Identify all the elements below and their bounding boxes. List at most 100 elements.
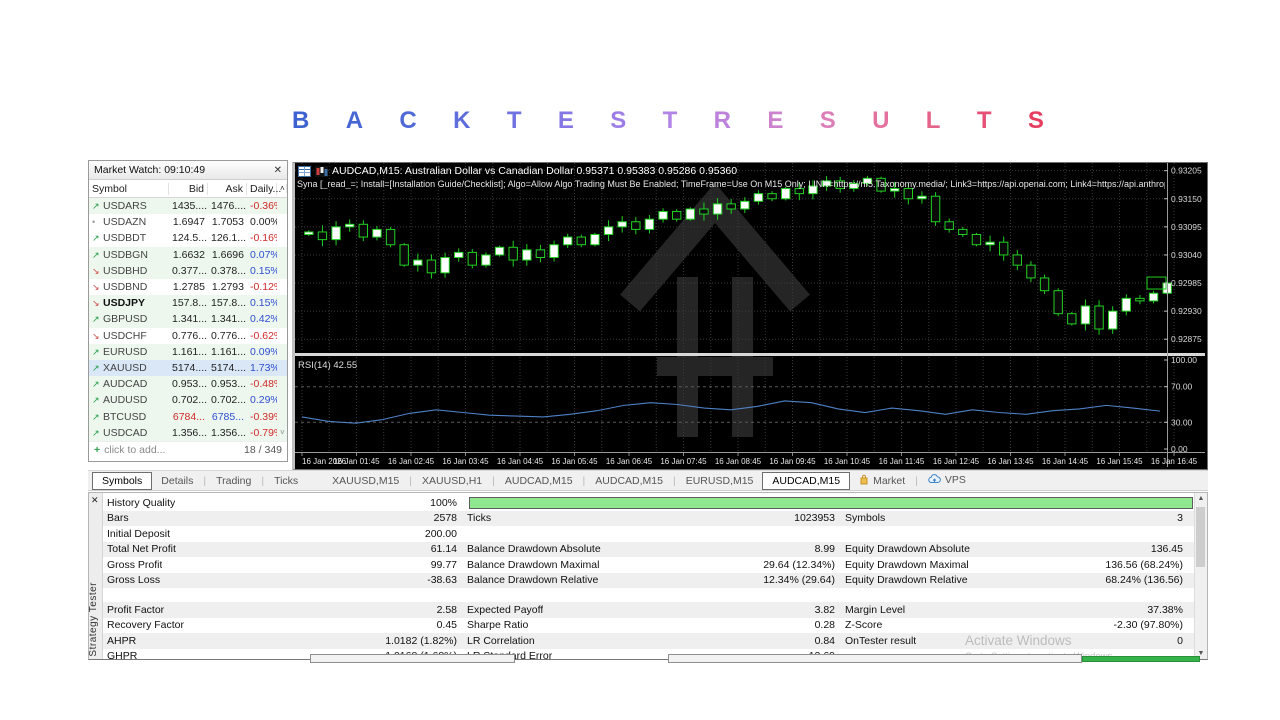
column-header-ask[interactable]: Ask [208, 182, 247, 195]
metric-label: Total Net Profit [107, 543, 176, 556]
market-watch-row-eurusd[interactable]: ↗ EURUSD 1.161... 1.161... 0.09% [89, 343, 287, 360]
svg-text:16 Jan 07:45: 16 Jan 07:45 [660, 457, 707, 466]
tab-details[interactable]: Details [152, 473, 202, 489]
bid-cell: 1.161... [172, 345, 208, 358]
symbol-cell: ↗ BTCUSD [89, 411, 169, 423]
tab-symbols[interactable]: Symbols [92, 471, 153, 490]
title-letter: K [453, 107, 471, 134]
ask-cell: 1.161... [211, 345, 247, 358]
market-watch-row-usdbdt[interactable]: ↗USDBDT124.5...126.1...-0.16% [89, 230, 287, 247]
svg-text:16 Jan 11:45: 16 Jan 11:45 [879, 457, 925, 466]
market-watch-row-usdbhd[interactable]: ↘ USDBHD 0.377... 0.378... 0.15% [89, 262, 287, 279]
market-watch-row-usdbnd[interactable]: ↘USDBND1.27851.2793-0.12% [89, 278, 287, 296]
chart-tab-audcad-m15[interactable]: AUDCAD,M15 [496, 473, 582, 489]
svg-text:16 Jan 04:45: 16 Jan 04:45 [497, 457, 544, 466]
market-watch-row-usdjpy[interactable]: ↘ USDJPY 157.8... 157.8... 0.15% [89, 295, 287, 312]
symbol-name: USDCHF [103, 329, 147, 342]
market-watch-row-gbpusd[interactable]: ↗ GBPUSD 1.341... 1.341... 0.42% [89, 311, 287, 328]
bid-cell: 1.341... [172, 313, 208, 326]
metric-label: OnTester result [845, 634, 917, 647]
market-watch-row-usdazn[interactable]: • USDAZN 1.6947 1.7053 0.00% [89, 214, 287, 231]
metric-value: 8.99 [814, 543, 835, 556]
symbol-cell: ↘ USDCHF [89, 330, 169, 342]
symbol-cell: ↗ XAUUSD [89, 362, 169, 374]
results-scrollbar[interactable]: ▲ ▼ [1194, 493, 1207, 659]
daily-change-cell: -0.36% [250, 200, 277, 213]
chart-tab-audcad-m15[interactable]: AUDCAD,M15 [586, 473, 672, 489]
svg-text:0.00: 0.00 [1171, 444, 1188, 454]
close-icon[interactable]: ✕ [91, 495, 99, 506]
market-watch-row-usdbgn[interactable]: ↗ USDBGN 1.6632 1.6696 0.07% [89, 246, 287, 263]
results-cell: LR Correlation 0.84 [463, 635, 841, 647]
scroll-up-icon[interactable]: ▲ [1195, 495, 1207, 502]
symbol-name: USDBND [103, 281, 148, 294]
market-watch-row-usdars[interactable]: ↗USDARS1435....1476....-0.36% [89, 198, 287, 215]
symbol-count: 18 / 349 [244, 444, 282, 456]
title-letter: R [713, 107, 731, 134]
ask-cell: 0.702... [211, 394, 247, 407]
metric-label: Initial Deposit [107, 527, 171, 540]
scrollbar-thumb[interactable] [1196, 507, 1205, 567]
price-chart[interactable]: 0.93205 0.93150 0.93095 0.93040 0.92985 0.929… [295, 163, 1205, 467]
symbol-cell: ↗ AUDUSD [89, 394, 169, 406]
svg-text:0.93040: 0.93040 [1171, 250, 1202, 260]
results-cell: Sharpe Ratio 0.28 [463, 619, 841, 631]
ask-cell: 126.1... [211, 232, 247, 245]
market-watch-footer[interactable]: + click to add... 18 / 349 [89, 441, 287, 458]
scrollbar-track: ˅ [280, 428, 285, 438]
trend-up-icon: ↗ [92, 346, 100, 357]
chart-window[interactable]: 0.93205 0.93150 0.93095 0.93040 0.92985 0.929… [292, 162, 1208, 470]
click-to-add-label[interactable]: click to add... [104, 444, 244, 456]
market-watch-row-xauusd[interactable]: ↗ XAUUSD 5174.... 5174.... 1.73% [89, 359, 287, 377]
results-cell: Total Net Profit 61.14 [103, 543, 463, 555]
chart-tab-xauusd-h1[interactable]: XAUUSD,H1 [413, 473, 491, 489]
metric-value: 3.82 [814, 603, 835, 616]
market-watch-row-audusd[interactable]: ↗ AUDUSD 0.702... 0.702... 0.29% [89, 392, 287, 409]
metric-value: 12.34% (29.64) [763, 574, 835, 587]
column-header-symbol[interactable]: Symbol [89, 182, 169, 195]
svg-text:16 Jan 12:45: 16 Jan 12:45 [933, 457, 980, 466]
results-row: Bars 2578 Ticks 1023953 Symbols 3 [103, 510, 1195, 526]
metric-value: 68.24% (136.56) [1105, 574, 1183, 587]
symbol-cell: ↘ USDJPY [89, 297, 169, 309]
scroll-up-icon[interactable]: ˄ [277, 184, 287, 193]
results-cell: Margin Level 37.38% [841, 604, 1189, 616]
metric-value: 200.00 [424, 527, 457, 540]
daily-change-cell: -0.39% [250, 410, 277, 423]
svg-text:0.93095: 0.93095 [1171, 222, 1202, 232]
column-header-bid[interactable]: Bid [169, 182, 208, 195]
close-icon[interactable]: ✕ [274, 165, 282, 176]
bid-cell: 0.776... [172, 329, 208, 342]
symbol-cell: ↗ USDARS [89, 200, 169, 212]
chart-tab-market[interactable]: Market [850, 472, 914, 490]
svg-text:16 Jan 09:45: 16 Jan 09:45 [769, 457, 816, 466]
metric-value: 0.84 [814, 634, 835, 647]
trend-up-icon: ↗ [92, 362, 100, 373]
metric-value: 1023953 [794, 512, 835, 525]
tab-trading[interactable]: Trading [207, 473, 260, 489]
bid-cell: 157.8... [172, 297, 208, 310]
symbol-name: USDBHD [103, 264, 148, 277]
tab-ticks[interactable]: Ticks [265, 473, 307, 489]
daily-change-cell: 0.07% [250, 248, 277, 261]
add-symbol-icon[interactable]: + [94, 444, 100, 456]
chart-tab-vps[interactable]: VPS [919, 472, 975, 489]
bag-icon [859, 474, 869, 488]
results-cell: Equity Drawdown Relative 68.24% (136.56) [841, 574, 1189, 586]
chart-tab-audcad-m15[interactable]: AUDCAD,M15 [762, 471, 851, 490]
market-watch-row-btcusd[interactable]: ↗BTCUSD6784...6785...-0.39% [89, 408, 287, 425]
title-letter: U [872, 107, 890, 134]
market-watch-row-usdcad[interactable]: ↗USDCAD1.356...1.356...-0.79%˅ [89, 424, 287, 441]
metric-label: AHPR [107, 634, 137, 647]
column-header-daily[interactable]: Daily... [247, 182, 281, 195]
chart-tab-eurusd-m15[interactable]: EURUSD,M15 [677, 473, 763, 489]
metric-label: Gross Loss [107, 574, 161, 587]
trend-up-icon: ↗ [92, 233, 100, 244]
bid-cell: 1.6632 [172, 248, 205, 261]
trend-up-icon: ↗ [92, 379, 100, 390]
cutoff-progress-fragment [1082, 656, 1200, 662]
results-row: Gross Loss -38.63 Balance Drawdown Relativ… [103, 572, 1195, 588]
market-watch-row-usdchf[interactable]: ↘USDCHF0.776...0.776...-0.62% [89, 327, 287, 344]
chart-tab-xauusd-m15[interactable]: XAUUSD,M15 [323, 473, 408, 489]
market-watch-row-audcad[interactable]: ↗AUDCAD0.953...0.953...-0.48% [89, 376, 287, 393]
